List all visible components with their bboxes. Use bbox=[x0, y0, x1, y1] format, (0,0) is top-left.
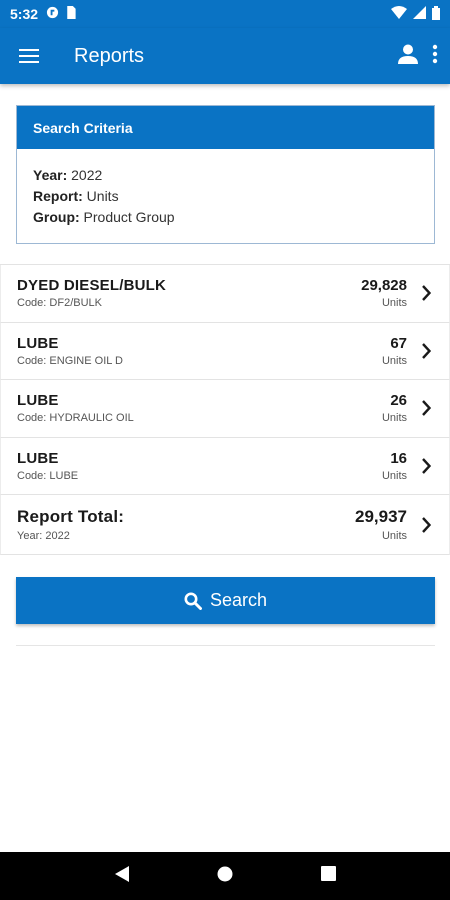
system-nav-bar bbox=[0, 852, 450, 900]
item-name: LUBE bbox=[17, 334, 59, 352]
app-notification-icon bbox=[46, 6, 59, 22]
list-item[interactable]: DYED DIESEL/BULK Code: DF2/BULK 29,828 U… bbox=[0, 265, 450, 323]
report-total-label: Report Total: bbox=[17, 507, 125, 526]
status-bar: 5:32 bbox=[0, 0, 450, 28]
sim-card-icon bbox=[65, 6, 76, 22]
item-value: 26 bbox=[390, 392, 407, 410]
item-value: 29,828 bbox=[361, 277, 407, 295]
menu-icon[interactable] bbox=[14, 41, 44, 71]
criteria-group: Group: Product Group bbox=[33, 207, 418, 228]
back-icon[interactable] bbox=[114, 865, 130, 888]
item-name: LUBE bbox=[17, 449, 59, 467]
item-code: Code: ENGINE OIL D bbox=[17, 354, 123, 367]
list-item[interactable]: LUBE Code: ENGINE OIL D 67 Units bbox=[0, 322, 450, 380]
item-unit: Units bbox=[381, 469, 407, 482]
status-time: 5:32 bbox=[10, 6, 39, 22]
report-list: DYED DIESEL/BULK Code: DF2/BULK 29,828 U… bbox=[0, 264, 450, 555]
divider bbox=[16, 645, 435, 646]
search-criteria-card: Search Criteria Year: 2022 Report: Units… bbox=[16, 105, 435, 244]
search-criteria-header: Search Criteria bbox=[17, 106, 434, 149]
criteria-group-value: Product Group bbox=[83, 209, 175, 225]
criteria-year-value: 2022 bbox=[71, 167, 103, 183]
report-total-row[interactable]: Report Total: Year: 2022 29,937 Units bbox=[0, 495, 450, 555]
chevron-right-icon bbox=[419, 456, 433, 476]
more-vert-icon[interactable] bbox=[432, 44, 438, 69]
list-item[interactable]: LUBE Code: LUBE 16 Units bbox=[0, 437, 450, 495]
search-button-label: Search bbox=[209, 590, 268, 610]
item-code: Code: LUBE bbox=[17, 469, 79, 482]
criteria-report-label: Report: bbox=[33, 188, 83, 204]
item-unit: Units bbox=[381, 354, 407, 367]
item-name: LUBE bbox=[17, 392, 59, 410]
cell-signal-icon bbox=[413, 6, 426, 22]
list-item[interactable]: LUBE Code: HYDRAULIC OIL 26 Units bbox=[0, 380, 450, 438]
item-name: DYED DIESEL/BULK bbox=[17, 277, 167, 295]
item-unit: Units bbox=[381, 297, 407, 310]
criteria-year: Year: 2022 bbox=[33, 165, 418, 186]
app-bar: Reports bbox=[0, 28, 450, 84]
search-button[interactable]: Search bbox=[16, 577, 435, 624]
item-unit: Units bbox=[381, 412, 407, 425]
report-total-year: Year: 2022 bbox=[17, 530, 70, 542]
search-icon bbox=[184, 592, 202, 610]
report-total-value: 29,937 bbox=[355, 507, 407, 526]
item-value: 67 bbox=[390, 334, 407, 352]
criteria-group-label: Group: bbox=[33, 209, 80, 225]
criteria-report: Report: Units bbox=[33, 186, 418, 207]
account-icon[interactable] bbox=[396, 42, 420, 71]
report-total-unit: Units bbox=[381, 530, 407, 542]
chevron-right-icon bbox=[419, 515, 433, 535]
item-code: Code: DF2/BULK bbox=[17, 297, 102, 310]
criteria-report-value: Units bbox=[86, 188, 119, 204]
chevron-right-icon bbox=[419, 341, 433, 361]
item-code: Code: HYDRAULIC OIL bbox=[17, 412, 134, 425]
wifi-icon bbox=[391, 6, 407, 22]
home-icon[interactable] bbox=[217, 866, 233, 887]
page-title: Reports bbox=[74, 44, 145, 67]
criteria-year-label: Year: bbox=[33, 167, 68, 183]
battery-icon bbox=[432, 5, 440, 23]
item-value: 16 bbox=[390, 449, 407, 467]
chevron-right-icon bbox=[419, 398, 433, 418]
recents-icon[interactable] bbox=[321, 866, 337, 886]
chevron-right-icon bbox=[419, 283, 433, 303]
